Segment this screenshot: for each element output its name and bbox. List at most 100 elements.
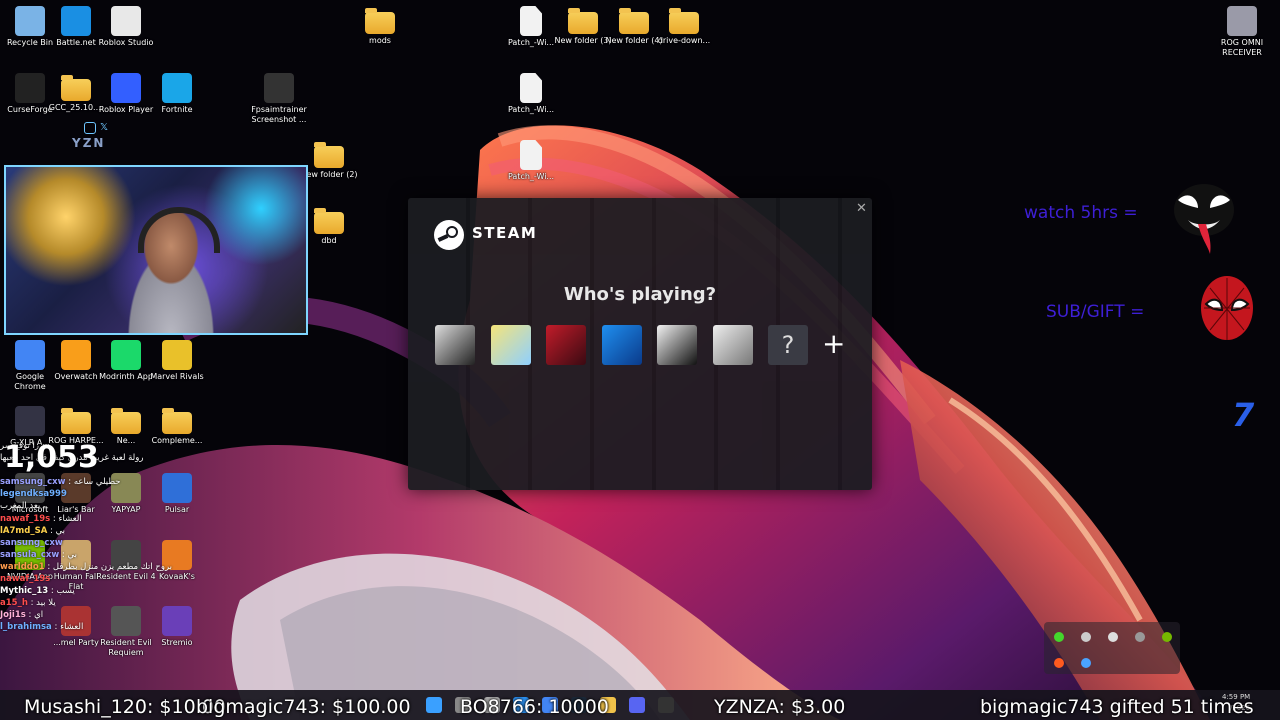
chat-username: nawaf_19s — [0, 574, 51, 585]
desktop-icon-label: Fpsaimtrainer Screenshot ... — [251, 105, 307, 124]
chat-message: l_brahimsa : العشاء — [0, 622, 84, 633]
profile-avatar[interactable]: ? — [768, 325, 808, 365]
social-handle: YZN — [72, 136, 106, 150]
image-file-icon — [264, 73, 294, 103]
fortnite-icon — [162, 73, 192, 103]
ticker-item: bigmagic743: $100.00 — [196, 696, 411, 718]
chat-message: Mythic_13 : يسب — [0, 586, 75, 597]
profile-avatar[interactable] — [712, 325, 753, 365]
chat-message: nawaf_19s : العشاء — [0, 513, 82, 524]
tray-icon-2[interactable] — [1081, 632, 1091, 642]
folder-icon — [314, 208, 344, 234]
desktop-icon[interactable]: Roblox Studio — [96, 6, 156, 48]
chat-username: sansula_cxw — [0, 549, 60, 560]
desktop-icon[interactable]: Fpsaimtrainer Screenshot ... — [249, 73, 309, 125]
desktop-icon-label: Roblox Studio — [98, 38, 154, 47]
yzn-logo-icon: 7 — [1232, 396, 1255, 434]
origin-tray-icon[interactable] — [1054, 658, 1064, 668]
webcam-feed — [4, 165, 308, 335]
chat-message: warlddo1 : بروح اتك مطعم يزن منزل بطرقل — [0, 561, 173, 572]
desktop-icon-label: Patch_-Wi... — [507, 105, 555, 114]
sub-gift-reward-text: SUB/GIFT = — [1046, 302, 1145, 322]
chat-message: بعد المغرب — [0, 500, 200, 512]
add-profile-button[interactable]: + — [822, 326, 845, 362]
donation-ticker: Musashi_120: $10.00 bigmagic743: $100.00 B… — [0, 694, 1280, 720]
marvel-rivals-icon — [162, 340, 192, 370]
steam-who-is-playing-dialog: STEAM ✕ Who's playing? ? + — [408, 198, 872, 490]
chat-text: بي — [55, 525, 66, 536]
tray-icon-7[interactable] — [1081, 658, 1091, 668]
folder-icon — [162, 408, 192, 434]
tray-icon-4[interactable] — [1135, 632, 1145, 642]
desktop-icon[interactable]: dbd — [299, 206, 359, 246]
ticker-item: YZNZA: $3.00 — [714, 696, 846, 718]
chat-message: lA7md_SA : بي — [0, 525, 66, 536]
desktop-icon-label: ROG OMNI RECEIVER — [1220, 38, 1264, 57]
chat-username: lA7md_SA — [0, 525, 48, 536]
spiderman-icon — [1192, 270, 1262, 354]
folder-icon — [314, 142, 344, 168]
desktop-icon-label: New folder (2) — [300, 170, 358, 179]
webcam-social-tag: 𝕏 YZN — [40, 120, 130, 160]
steam-logo-icon — [434, 220, 464, 250]
chat-username: sansung_cxw — [0, 537, 63, 548]
desktop-icon[interactable]: Patch_-Wi... — [501, 73, 561, 115]
close-icon[interactable]: ✕ — [856, 201, 867, 216]
desktop-icon[interactable]: New folder (2) — [299, 140, 359, 180]
chat-message: a15_h : يلا بيد — [0, 598, 56, 609]
profile-avatar[interactable] — [546, 325, 586, 365]
desktop-icon-label: Fortnite — [161, 105, 193, 114]
folder-icon — [365, 8, 395, 34]
chat-username: l_brahimsa — [0, 622, 52, 633]
desktop-icon[interactable]: Patch_-Wi... — [501, 140, 561, 182]
desktop-icon-label: drive-down... — [657, 36, 711, 45]
chat-text: حطيلي ساعه — [73, 477, 121, 488]
ticker-item: BO8766: 10000 — [460, 696, 609, 718]
chat-username: a15_h — [0, 598, 28, 609]
desktop-icon[interactable]: mods — [350, 6, 410, 46]
recycle-bin-icon — [15, 6, 45, 36]
chat-username: Joji1s — [0, 610, 26, 621]
desktop-icon-label: Marvel Rivals — [150, 372, 204, 381]
chat-username: legendksa999 — [0, 489, 67, 500]
desktop-icon[interactable]: drive-down... — [654, 6, 714, 46]
chat-message: legendksa999 — [0, 488, 200, 500]
desktop-icon[interactable]: Marvel Rivals — [147, 340, 207, 382]
chrome-icon — [15, 340, 45, 370]
razer-icon[interactable] — [1054, 632, 1064, 642]
curseforge-icon — [15, 73, 45, 103]
roblox-player-icon — [111, 73, 141, 103]
gxlr-icon — [15, 406, 45, 436]
profile-avatar[interactable] — [601, 325, 642, 365]
file-icon — [520, 140, 542, 170]
folder-icon — [669, 8, 699, 34]
file-icon — [520, 6, 542, 36]
desktop-icon-label: dbd — [321, 236, 337, 245]
chat-username: samsung_cxw — [0, 477, 66, 488]
rog-icon — [1227, 6, 1257, 36]
nvidia-tray-icon[interactable] — [1162, 632, 1172, 642]
roblox-studio-icon — [111, 6, 141, 36]
chat-text: العشاء — [58, 513, 82, 524]
profile-avatar[interactable] — [657, 325, 697, 365]
folder-icon — [568, 8, 598, 34]
chat-message: nawaf_19s — [0, 573, 200, 585]
overwatch-icon — [61, 340, 91, 370]
desktop-icon-label: mods — [369, 36, 391, 45]
chat-text: العشاء — [60, 622, 84, 633]
desktop-icon[interactable]: ROG OMNI RECEIVER — [1212, 6, 1272, 58]
tray-overflow-popup — [1044, 622, 1180, 674]
x-tray-icon[interactable] — [1108, 632, 1118, 642]
battlenet-icon — [61, 6, 91, 36]
profile-avatar[interactable] — [435, 325, 475, 365]
chat-message: Joji1s : اي — [0, 610, 44, 621]
folder-icon — [61, 408, 91, 434]
desktop-icon[interactable]: Fortnite — [147, 73, 207, 115]
desktop-icon[interactable]: Patch_-Wi... — [501, 6, 561, 48]
chat-message: sansung_cxw — [0, 537, 200, 549]
chat-text: بعد المغرب — [0, 501, 41, 512]
stream-chat: را توقع سر رولة لعبة غريبة مدري كيف في اح… — [0, 440, 200, 705]
chat-text: يلا بيد — [36, 598, 56, 609]
desktop-icon-label: Patch_-Wi... — [507, 38, 555, 47]
profile-avatar[interactable] — [490, 325, 531, 365]
